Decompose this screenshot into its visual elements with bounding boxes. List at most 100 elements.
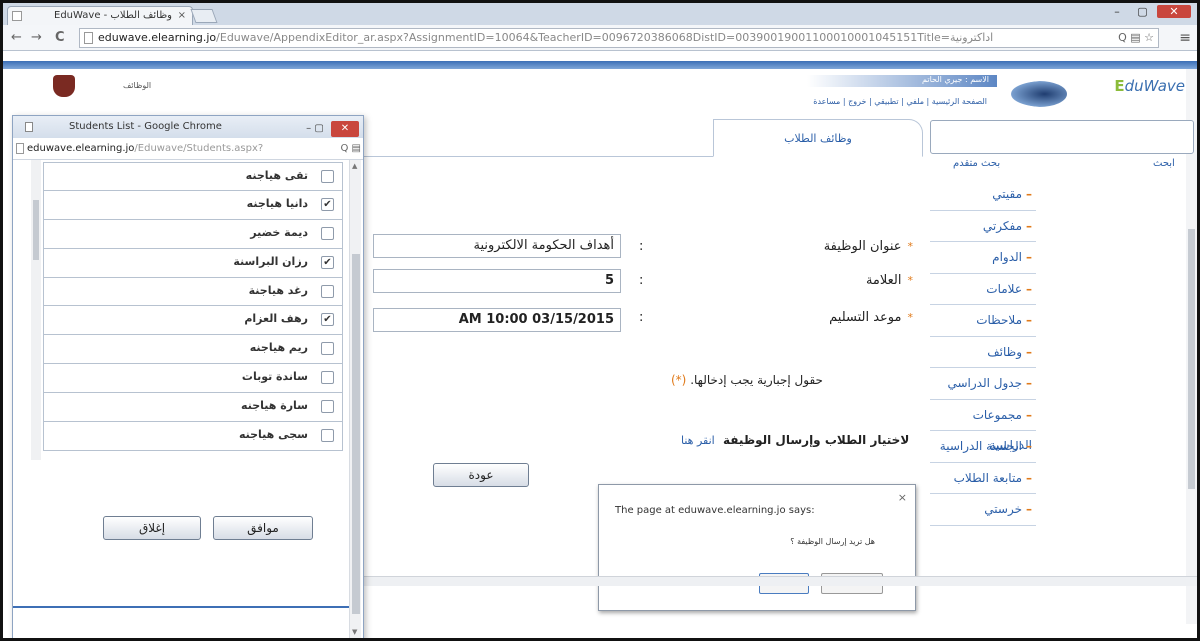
assignment-title-field[interactable]: أهداف الحكومة الالكترونية: [373, 234, 621, 258]
forward-arrow-icon[interactable]: →: [31, 30, 42, 45]
click-here-link[interactable]: انقر هنا: [681, 434, 715, 447]
list-left-scroll-thumb[interactable]: [33, 200, 39, 260]
bullet-dash-icon: –: [1026, 407, 1032, 422]
sidebar-item[interactable]: –مقيتي: [930, 179, 1036, 211]
student-checkbox[interactable]: ✔: [321, 313, 334, 327]
popup-titlebar: Students List - Google Chrome – ▢ ✕: [13, 116, 363, 138]
student-checkbox[interactable]: [321, 400, 334, 414]
close-list-button[interactable]: إغلاق: [103, 516, 201, 540]
advanced-search-link[interactable]: بحث متقدم: [953, 158, 1000, 169]
student-name: رغد هياجنة: [248, 283, 308, 297]
students-list-window: Students List - Google Chrome – ▢ ✕ eduw…: [12, 115, 364, 638]
browser-tab[interactable]: وظائف الطلاب - EduWave ×: [7, 6, 193, 25]
ministry-logo-icon: [53, 75, 75, 97]
popup-min-max-icon[interactable]: – ▢: [306, 123, 324, 134]
sidebar-item-label: جدول الدراسي: [947, 376, 1022, 390]
sidebar-item[interactable]: –الدوام: [930, 242, 1036, 274]
student-row: رغد هياجنة: [43, 277, 343, 307]
sidebar-item-label: علامات: [986, 281, 1022, 296]
student-name: ساندة توبات: [241, 370, 308, 384]
sidebar-item-label: الدوام: [992, 250, 1022, 264]
student-checkbox[interactable]: ✔: [321, 197, 334, 211]
window-controls: – ▢ ✕: [1106, 5, 1191, 18]
page-horizontal-scrollbar[interactable]: [363, 576, 1197, 586]
url-field[interactable]: eduwave.elearning.jo/Eduwave/AppendixEdi…: [79, 28, 1159, 48]
new-tab-button[interactable]: [190, 9, 218, 23]
popup-close-icon[interactable]: ✕: [331, 121, 359, 137]
student-row: دانيا هياجنه ✔: [43, 190, 343, 220]
address-bar-row: ← → C eduwave.elearning.jo/Eduwave/Appen…: [3, 25, 1197, 51]
sidebar-item[interactable]: –الجلسة الدراسية: [930, 431, 1036, 463]
sidebar-item[interactable]: –وظائف: [930, 337, 1036, 368]
sidebar-item[interactable]: –جدول الدراسي: [930, 368, 1036, 400]
bullet-dash-icon: –: [1026, 313, 1032, 327]
student-row: ساندة توبات: [43, 364, 343, 394]
ministry-label: الوظائف: [123, 81, 152, 90]
bullet-dash-icon: –: [1026, 376, 1032, 390]
back-arrow-icon[interactable]: ←: [11, 30, 22, 45]
popup-url-actions-icon[interactable]: Q ▤: [337, 138, 361, 159]
student-name: رهف العزام: [244, 312, 308, 326]
tab-close-icon[interactable]: ×: [178, 7, 186, 24]
popup-window-controls: – ▢ ✕: [306, 118, 359, 140]
scroll-down-icon[interactable]: ▼: [352, 628, 357, 636]
required-star: *: [907, 274, 914, 287]
student-name: تقى هياجنه: [245, 169, 308, 182]
sidebar-item-label: وظائف: [987, 344, 1022, 359]
search-link[interactable]: ابحث: [1153, 158, 1175, 169]
confirm-dialog: × The page at eduwave.elearning.jo says:…: [598, 484, 916, 611]
dialog-close-icon[interactable]: ×: [898, 491, 907, 504]
agree-button[interactable]: موافق: [213, 516, 313, 540]
page-scroll-thumb[interactable]: [1188, 229, 1195, 489]
assignment-title-label: *عنوان الوظيفة: [823, 239, 913, 254]
student-checkbox[interactable]: [321, 371, 334, 385]
page-icon: [84, 32, 93, 44]
student-row: رهف العزام ✔: [43, 306, 343, 336]
student-name: سجى هياجنه: [238, 428, 308, 442]
tab-student-assignments[interactable]: وظائف الطلاب: [713, 119, 923, 157]
search-input[interactable]: [930, 120, 1194, 154]
student-checkbox[interactable]: [321, 429, 334, 443]
sidebar-item[interactable]: –متابعة الطلاب: [930, 463, 1036, 494]
popup-url-field[interactable]: eduwave.elearning.jo/Eduwave/Students.as…: [13, 138, 363, 160]
popup-scroll-thumb[interactable]: [352, 254, 360, 614]
header-blue-bar: [3, 61, 1197, 69]
top-links[interactable]: الصفحة الرئيسية | ملفي | تطبيقي | خروج |…: [813, 97, 987, 106]
sidebar-item[interactable]: –مفكرتي: [930, 211, 1036, 242]
list-left-scrollbar[interactable]: [31, 160, 41, 460]
student-checkbox[interactable]: ✔: [321, 255, 334, 269]
student-name: ريم هياجنه: [249, 341, 308, 355]
sidebar-item[interactable]: –علامات: [930, 274, 1036, 305]
student-checkbox[interactable]: [321, 342, 334, 356]
sidebar-item[interactable]: –ملاحظات: [930, 305, 1036, 337]
student-row: ريم هياجنه: [43, 335, 343, 365]
omnibox-actions-icon[interactable]: Q ▤ ☆: [1114, 29, 1154, 47]
student-row: سجى هياجنه: [43, 422, 343, 451]
student-row: ديمة خضير: [43, 219, 343, 249]
student-checkbox[interactable]: [321, 170, 334, 183]
student-name: دانيا هياجنه: [246, 196, 308, 210]
popup-divider: [13, 606, 349, 608]
sidebar-item[interactable]: –مجموعات الدراسية: [930, 400, 1036, 452]
sidebar-item[interactable]: –خرستي: [930, 494, 1036, 526]
popup-vertical-scrollbar[interactable]: ▲ ▼: [349, 160, 361, 638]
required-marker: (*): [671, 373, 687, 387]
student-checkbox[interactable]: [321, 284, 334, 298]
close-window-icon[interactable]: ✕: [1157, 5, 1191, 18]
due-date-field[interactable]: AM 10:00 03/15/2015: [373, 308, 621, 332]
maximize-icon[interactable]: ▢: [1132, 5, 1154, 18]
chrome-menu-icon[interactable]: ≡: [1179, 30, 1191, 46]
scroll-up-icon[interactable]: ▲: [352, 162, 357, 170]
screenshot-frame: وظائف الطلاب - EduWave × – ▢ ✕ ← → C edu…: [0, 0, 1200, 641]
student-name: ديمة خضير: [250, 225, 308, 239]
popup-url-host: eduwave.elearning.jo: [27, 143, 135, 154]
mark-field[interactable]: 5: [373, 269, 621, 293]
back-button[interactable]: عودة: [433, 463, 529, 487]
student-checkbox[interactable]: [321, 226, 334, 240]
minimize-icon[interactable]: –: [1106, 5, 1128, 18]
bullet-dash-icon: –: [1026, 187, 1032, 201]
url-path: /Eduwave/AppendixEditor_ar.aspx?Assignme…: [216, 31, 994, 44]
colon: :: [639, 273, 644, 288]
bullet-dash-icon: –: [1026, 344, 1032, 359]
reload-icon[interactable]: C: [55, 30, 65, 45]
